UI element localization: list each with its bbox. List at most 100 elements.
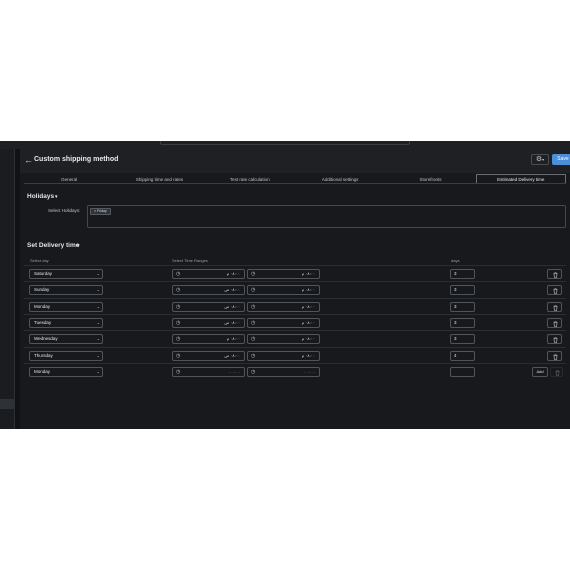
time-to-input[interactable]: ◷ ٠٨:٠٠ م — [247, 269, 320, 279]
tab-estimated-delivery-time[interactable]: Estimated Delivery time — [475, 174, 566, 183]
days-input[interactable]: 3 — [450, 269, 475, 279]
caret-down-icon[interactable]: ▼ — [54, 194, 58, 199]
time-from-input[interactable]: ◷ ٠٨:٠٠ ص — [172, 302, 245, 312]
clock-icon: ◷ — [176, 353, 181, 359]
new-delivery-row: Monday ⌄ ◷ -- :-- -- ◷ -- :-- -- Add — [24, 363, 566, 379]
time-from-value: ٠٨:٠٠ م — [226, 336, 240, 341]
time-from-input[interactable]: ◷ -- :-- -- — [172, 367, 245, 377]
clock-icon: ◷ — [176, 287, 181, 293]
chevron-down-icon: ▾ — [542, 157, 545, 162]
sidebar — [0, 149, 15, 429]
tab-test-rate-calculation[interactable]: Test rate calculation — [205, 174, 295, 183]
day-select[interactable]: Tuesday ⌄ — [29, 318, 103, 328]
trash-icon — [550, 367, 563, 377]
time-to-value: ٠٨:٠٠ م — [301, 336, 315, 341]
time-from-value: ٠٨:٠٠ ص — [224, 287, 240, 292]
chevron-down-icon: ⌄ — [96, 353, 100, 358]
address-bar[interactable] — [160, 141, 410, 145]
time-to-value: ٠٨:٠٠ م — [301, 320, 315, 325]
delete-row-button[interactable] — [547, 302, 562, 312]
sidebar-item[interactable] — [0, 399, 14, 409]
day-select[interactable]: Monday ⌄ — [29, 367, 103, 377]
time-to-value: ٠٨:٠٠ م — [301, 271, 315, 276]
day-select[interactable]: Monday ⌄ — [29, 302, 103, 312]
tab-storefronts[interactable]: Storefronts — [385, 174, 475, 183]
time-to-input[interactable]: ◷ ٠٨:٠٠ م — [247, 285, 320, 295]
chevron-down-icon: ⌄ — [96, 287, 100, 292]
delivery-section-title[interactable]: Set Delivery time — [27, 242, 79, 249]
select-holidays-label: Select Holidays: — [48, 208, 81, 213]
chevron-down-icon: ⌄ — [96, 369, 100, 374]
settings-dropdown-button[interactable]: ⚙▾ — [531, 154, 549, 165]
delivery-row: Sunday ⌄ ◷ ٠٨:٠٠ ص ◷ ٠٨:٠٠ م 3 — [24, 281, 566, 297]
time-from-value: ٠٨:٠٠ م — [226, 271, 240, 276]
delivery-row: Tuesday ⌄ ◷ ٠٨:٠٠ ص ◷ ٠٨:٠٠ م 3 — [24, 314, 566, 330]
time-to-value: ٠٨:٠٠ م — [301, 304, 315, 309]
tab-general[interactable]: General — [24, 174, 114, 183]
day-select[interactable]: Saturday ⌄ — [29, 269, 103, 279]
delete-row-button[interactable] — [547, 334, 562, 344]
time-to-input[interactable]: ◷ -- :-- -- — [247, 367, 320, 377]
time-from-input[interactable]: ◷ ٠٨:٠٠ م — [172, 334, 245, 344]
time-from-input[interactable]: ◷ ٠٨:٠٠ ص — [172, 351, 245, 361]
delete-row-button[interactable] — [547, 269, 562, 279]
delete-row-button[interactable] — [547, 318, 562, 328]
time-to-input[interactable]: ◷ ٠٨:٠٠ م — [247, 351, 320, 361]
delete-row-button[interactable] — [547, 351, 562, 361]
delivery-row: Saturday ⌄ ◷ ٠٨:٠٠ م ◷ ٠٨:٠٠ م 3 — [24, 265, 566, 281]
day-select-value: Saturday — [34, 271, 53, 276]
time-from-input[interactable]: ◷ ٠٨:٠٠ م — [172, 269, 245, 279]
delete-row-button[interactable] — [547, 285, 562, 295]
holidays-section-title[interactable]: Holidays — [27, 193, 54, 200]
days-input[interactable]: 3 — [450, 302, 475, 312]
time-from-input[interactable]: ◷ ٠٨:٠٠ ص — [172, 318, 245, 328]
time-from-value: ٠٨:٠٠ ص — [224, 353, 240, 358]
time-from-input[interactable]: ◷ ٠٨:٠٠ ص — [172, 285, 245, 295]
day-select[interactable]: Wednesday ⌄ — [29, 334, 103, 344]
time-to-input[interactable]: ◷ ٠٨:٠٠ م — [247, 318, 320, 328]
clock-icon: ◷ — [251, 320, 256, 326]
day-select[interactable]: Thursday ⌄ — [29, 351, 103, 361]
caret-down-icon[interactable]: ▼ — [76, 243, 80, 248]
time-from-value: -- :-- -- — [228, 369, 240, 374]
page-title: Custom shipping method — [34, 156, 119, 163]
clock-icon: ◷ — [251, 304, 256, 310]
tab-shipping-time-and-rates[interactable]: Shipping time and rates — [114, 174, 204, 183]
clock-icon: ◷ — [176, 336, 181, 342]
time-from-value: ٠٨:٠٠ ص — [224, 304, 240, 309]
day-select-value: Monday — [34, 304, 51, 309]
holiday-chip[interactable]: × Friday — [90, 208, 111, 215]
arrow-left-icon[interactable]: ← — [24, 155, 33, 165]
tab-additional-settings[interactable]: Additional settings — [295, 174, 385, 183]
time-to-input[interactable]: ◷ ٠٨:٠٠ م — [247, 334, 320, 344]
days-input[interactable]: 3 — [450, 318, 475, 328]
time-to-value: -- :-- -- — [303, 369, 315, 374]
holidays-multiselect[interactable]: × Friday — [87, 205, 566, 228]
day-select-value: Monday — [34, 369, 51, 374]
days-input[interactable] — [450, 367, 475, 377]
save-button[interactable]: Save — [552, 154, 570, 165]
column-header-days: days — [451, 258, 460, 263]
clock-icon: ◷ — [176, 304, 181, 310]
clock-icon: ◷ — [176, 320, 181, 326]
app-window: ← Custom shipping method ⚙▾ Save General… — [0, 141, 570, 429]
time-to-value: ٠٨:٠٠ م — [301, 287, 315, 292]
clock-icon: ◷ — [251, 353, 256, 359]
page-header: ← Custom shipping method ⚙▾ Save — [20, 149, 570, 173]
chevron-down-icon: ⌄ — [96, 320, 100, 325]
day-select[interactable]: Sunday ⌄ — [29, 285, 103, 295]
chevron-down-icon: ⌄ — [96, 336, 100, 341]
tab-bar: General Shipping time and rates Test rate … — [24, 174, 566, 184]
add-button[interactable]: Add — [532, 367, 548, 377]
days-input[interactable]: 3 — [450, 334, 475, 344]
time-to-value: ٠٨:٠٠ م — [301, 353, 315, 358]
days-input[interactable]: 4 — [450, 351, 475, 361]
day-select-value: Wednesday — [34, 336, 58, 341]
days-input[interactable]: 3 — [450, 285, 475, 295]
column-header-time-ranges: Select Time Ranges — [172, 258, 208, 263]
clock-icon: ◷ — [251, 369, 256, 375]
clock-icon: ◷ — [176, 369, 181, 375]
time-to-input[interactable]: ◷ ٠٨:٠٠ م — [247, 302, 320, 312]
clock-icon: ◷ — [251, 336, 256, 342]
chevron-down-icon: ⌄ — [96, 271, 100, 276]
